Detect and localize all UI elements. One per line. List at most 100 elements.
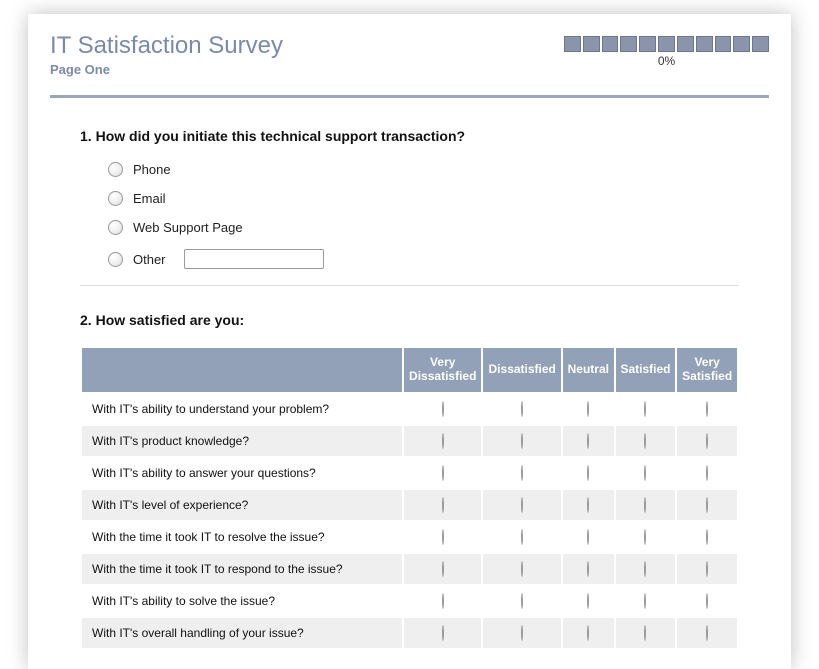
q1-option-row: Web Support Page xyxy=(108,220,739,235)
progress-segment xyxy=(677,36,694,52)
matrix-cell xyxy=(404,490,481,520)
page-label: Page One xyxy=(50,62,564,77)
radio-button[interactable] xyxy=(108,252,123,267)
progress-segment xyxy=(658,36,675,52)
matrix-cell xyxy=(483,394,560,424)
matrix-column-header: Neutral xyxy=(563,348,614,392)
matrix-cell xyxy=(563,586,614,616)
matrix-row-label: With IT's ability to solve the issue? xyxy=(82,586,402,616)
matrix-cell xyxy=(677,426,737,456)
radio-button[interactable] xyxy=(442,497,444,513)
matrix-cell xyxy=(616,394,676,424)
radio-button[interactable] xyxy=(644,401,646,417)
matrix-column-header: Satisfied xyxy=(616,348,676,392)
radio-button[interactable] xyxy=(706,529,708,545)
radio-button[interactable] xyxy=(442,561,444,577)
radio-button[interactable] xyxy=(442,529,444,545)
radio-button[interactable] xyxy=(442,401,444,417)
progress-segment xyxy=(696,36,713,52)
radio-button[interactable] xyxy=(587,529,589,545)
radio-button[interactable] xyxy=(706,497,708,513)
matrix-header-row: VeryDissatisfiedDissatisfiedNeutralSatis… xyxy=(82,348,737,392)
matrix-cell xyxy=(483,586,560,616)
matrix-cell xyxy=(616,554,676,584)
radio-button[interactable] xyxy=(587,401,589,417)
radio-button[interactable] xyxy=(587,593,589,609)
radio-button[interactable] xyxy=(644,593,646,609)
radio-button[interactable] xyxy=(442,433,444,449)
matrix-column-header: VerySatisfied xyxy=(677,348,737,392)
radio-button[interactable] xyxy=(521,529,523,545)
q1-option-row: Other xyxy=(108,249,739,269)
radio-button[interactable] xyxy=(706,465,708,481)
radio-button[interactable] xyxy=(644,529,646,545)
radio-button[interactable] xyxy=(108,191,123,206)
matrix-cell xyxy=(404,458,481,488)
matrix-cell xyxy=(563,426,614,456)
matrix-cell xyxy=(616,522,676,552)
matrix-cell xyxy=(563,394,614,424)
matrix-row: With IT's level of experience? xyxy=(82,490,737,520)
radio-button[interactable] xyxy=(587,497,589,513)
radio-button[interactable] xyxy=(521,625,523,641)
radio-button[interactable] xyxy=(644,497,646,513)
radio-button[interactable] xyxy=(706,561,708,577)
matrix-row: With IT's product knowledge? xyxy=(82,426,737,456)
radio-button[interactable] xyxy=(706,593,708,609)
radio-button[interactable] xyxy=(442,593,444,609)
progress-segment xyxy=(602,36,619,52)
q1-option-row: Email xyxy=(108,191,739,206)
radio-button[interactable] xyxy=(442,625,444,641)
radio-button[interactable] xyxy=(521,465,523,481)
matrix-corner-cell xyxy=(82,348,402,392)
radio-button[interactable] xyxy=(521,401,523,417)
matrix-cell xyxy=(616,586,676,616)
q2-matrix: VeryDissatisfiedDissatisfiedNeutralSatis… xyxy=(80,346,739,650)
matrix-cell xyxy=(677,522,737,552)
header: IT Satisfaction Survey Page One 0% xyxy=(50,32,769,87)
radio-button[interactable] xyxy=(706,433,708,449)
radio-button[interactable] xyxy=(521,593,523,609)
radio-button[interactable] xyxy=(644,433,646,449)
progress-segment xyxy=(752,36,769,52)
radio-button[interactable] xyxy=(644,561,646,577)
radio-button[interactable] xyxy=(706,401,708,417)
matrix-cell xyxy=(616,490,676,520)
radio-button[interactable] xyxy=(108,162,123,177)
q2-number: 2. xyxy=(80,312,92,328)
q1-option-label: Phone xyxy=(133,162,171,177)
matrix-cell xyxy=(616,618,676,648)
matrix-row: With IT's ability to understand your pro… xyxy=(82,394,737,424)
radio-button[interactable] xyxy=(587,465,589,481)
radio-button[interactable] xyxy=(521,561,523,577)
radio-button[interactable] xyxy=(644,625,646,641)
matrix-row-label: With the time it took IT to resolve the … xyxy=(82,522,402,552)
radio-button[interactable] xyxy=(521,497,523,513)
progress-segment xyxy=(639,36,656,52)
radio-button[interactable] xyxy=(442,465,444,481)
radio-button[interactable] xyxy=(587,625,589,641)
matrix-row: With IT's overall handling of your issue… xyxy=(82,618,737,648)
radio-button[interactable] xyxy=(587,561,589,577)
matrix-row-label: With IT's product knowledge? xyxy=(82,426,402,456)
matrix-row-label: With IT's overall handling of your issue… xyxy=(82,618,402,648)
progress-segment xyxy=(583,36,600,52)
matrix-cell xyxy=(563,554,614,584)
radio-button[interactable] xyxy=(521,433,523,449)
progress-segment xyxy=(715,36,732,52)
matrix-cell xyxy=(483,490,560,520)
matrix-column-header: Dissatisfied xyxy=(483,348,560,392)
radio-button[interactable] xyxy=(587,433,589,449)
q1-divider xyxy=(80,285,739,286)
radio-button[interactable] xyxy=(108,220,123,235)
header-rule xyxy=(50,95,769,98)
q1-other-input[interactable] xyxy=(184,249,324,269)
matrix-cell xyxy=(563,618,614,648)
progress-bar xyxy=(564,36,769,52)
radio-button[interactable] xyxy=(644,465,646,481)
matrix-cell xyxy=(404,426,481,456)
survey-page: IT Satisfaction Survey Page One 0% 1. Ho… xyxy=(28,14,791,669)
matrix-row-label: With IT's ability to understand your pro… xyxy=(82,394,402,424)
radio-button[interactable] xyxy=(706,625,708,641)
matrix-cell xyxy=(677,586,737,616)
